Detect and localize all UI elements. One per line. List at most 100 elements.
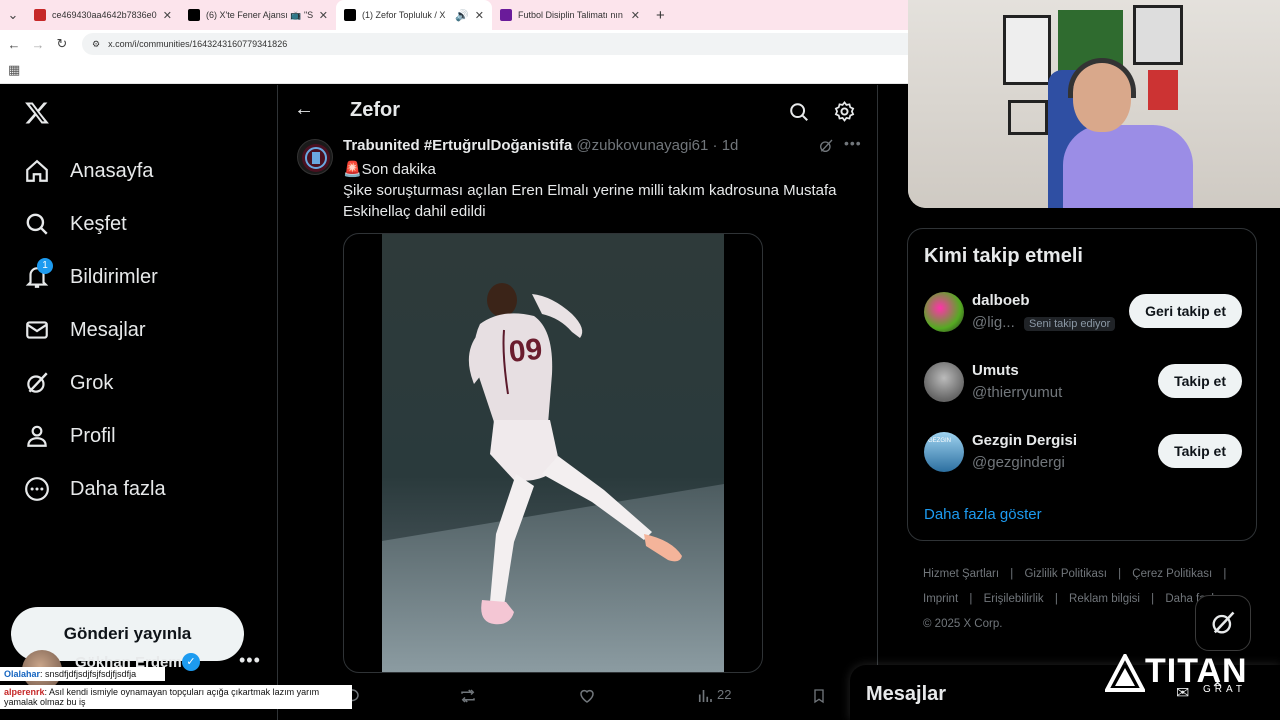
- browser-tab-active[interactable]: (1) Zefor Topluluk / X 🔊 ✕: [336, 0, 492, 30]
- logo-mark-icon: [1105, 654, 1145, 692]
- tab-title: Futbol Disiplin Talimatı nın 57 n: [518, 10, 625, 20]
- suggested-user[interactable]: GEZGIN Gezgin Dergisi @gezgindergi Takip…: [924, 432, 1242, 478]
- shelf-1: [1008, 100, 1048, 135]
- tweet-more-icon[interactable]: •••: [844, 135, 862, 151]
- nav-profile[interactable]: Profil: [24, 423, 116, 449]
- back-icon[interactable]: ←: [2, 37, 26, 52]
- grok-floating-button[interactable]: [1195, 595, 1251, 651]
- community-header: ← Zefor: [278, 85, 877, 137]
- grok-explain-icon[interactable]: [818, 138, 834, 154]
- like-heart-icon[interactable]: [578, 687, 596, 705]
- chat-username: alperenrk: [4, 687, 45, 697]
- tweet-time[interactable]: 1d: [722, 137, 739, 154]
- footer-link[interactable]: Imprint: [923, 593, 958, 605]
- tab-title: (1) Zefor Topluluk / X: [362, 10, 446, 20]
- follow-button[interactable]: Takip et: [1158, 364, 1242, 398]
- user-name[interactable]: Umuts: [972, 362, 1019, 379]
- nav-more[interactable]: Daha fazla: [24, 476, 166, 502]
- forward-icon[interactable]: →: [26, 37, 50, 52]
- browser-tab-1[interactable]: ce469430aa4642b7836e0efdd02 ✕: [26, 0, 180, 30]
- nav-notifications[interactable]: 1 Bildirimler: [24, 258, 158, 290]
- stream-chat-overlay: Olalahar: snsdfjdfjsdjfsjfsdjfjsdfja alp…: [0, 667, 352, 709]
- tweet-avatar[interactable]: [297, 139, 333, 175]
- user-handle: @gezgindergi: [972, 454, 1065, 471]
- nav-grok[interactable]: Grok: [24, 370, 113, 396]
- nav-messages[interactable]: Mesajlar: [24, 317, 146, 343]
- search-icon[interactable]: [788, 101, 810, 123]
- avatar-logo-text: GEZGIN: [928, 438, 952, 444]
- tweet-display-name[interactable]: Trabunited #ErtuğrulDoğanistifa: [343, 137, 572, 154]
- messages-drawer-title: Mesajlar: [866, 683, 947, 705]
- footer-link[interactable]: Gizlilik Politikası: [1024, 568, 1106, 580]
- mail-icon: [26, 321, 48, 339]
- close-tab-icon[interactable]: ✕: [631, 9, 640, 22]
- x-favicon-icon: [344, 9, 356, 21]
- nav-label: Bildirimler: [70, 265, 158, 288]
- left-navigation: Anasayfa Keşfet 1 Bildirimler Mesajlar G…: [0, 85, 277, 720]
- footer-link[interactable]: Erişilebilirlik: [984, 593, 1044, 605]
- club-crest-icon: [302, 144, 330, 172]
- home-icon: [26, 159, 48, 182]
- x-favicon-icon: [188, 9, 200, 21]
- browser-tab-4[interactable]: Futbol Disiplin Talimatı nın 57 n ✕: [492, 0, 648, 30]
- back-arrow-icon[interactable]: ←: [294, 98, 314, 121]
- streamer-body: [1063, 125, 1193, 208]
- doc-favicon-icon: [500, 9, 512, 21]
- bell-icon-wrap: 1: [24, 258, 53, 290]
- footer-separator: |: [1118, 568, 1122, 580]
- jersey-number: 09: [507, 333, 544, 369]
- bookmark-icon[interactable]: [811, 687, 827, 705]
- chat-message: alperenrk: Asıl kendi ismiyle oynamayan …: [0, 685, 352, 709]
- reload-icon[interactable]: ↻: [50, 36, 74, 52]
- follows-you-badge: Seni takip ediyor: [1024, 317, 1116, 331]
- follow-back-button[interactable]: Geri takip et: [1129, 294, 1242, 328]
- user-avatar[interactable]: [924, 292, 964, 332]
- footer-link[interactable]: Hizmet Şartları: [923, 568, 999, 580]
- user-avatar[interactable]: [924, 362, 964, 402]
- grok-icon: [1212, 611, 1235, 634]
- person-icon: [27, 425, 47, 447]
- nav-home[interactable]: Anasayfa: [24, 158, 153, 184]
- x-logo-icon[interactable]: [24, 99, 50, 127]
- apps-grid-icon[interactable]: ▦: [8, 62, 20, 78]
- tab-list-chevron-icon[interactable]: ⌄: [0, 7, 26, 23]
- webcam-overlay: [908, 0, 1280, 208]
- suggested-user[interactable]: Umuts @thierryumut Takip et: [924, 362, 1242, 408]
- more-circle-icon: [25, 477, 49, 501]
- nav-explore[interactable]: Keşfet: [24, 211, 127, 237]
- user-name[interactable]: dalboeb: [972, 292, 1030, 309]
- views-icon[interactable]: [696, 687, 714, 705]
- tweet-media-image[interactable]: 09: [343, 233, 763, 673]
- footer-separator: |: [1223, 568, 1227, 580]
- tab-title: ce469430aa4642b7836e0efdd02: [52, 10, 157, 20]
- close-tab-icon[interactable]: ✕: [319, 9, 328, 22]
- follow-button[interactable]: Takip et: [1158, 434, 1242, 468]
- suggested-user[interactable]: dalboeb @lig... Seni takip ediyor Geri t…: [924, 292, 1242, 338]
- footer-link[interactable]: Reklam bilgisi: [1069, 593, 1140, 605]
- tweet-actions: 22: [343, 685, 843, 709]
- repost-icon[interactable]: [458, 687, 478, 705]
- show-more-link[interactable]: Daha fazla göster: [924, 506, 1042, 523]
- new-tab-button[interactable]: +: [648, 0, 673, 30]
- tweet-header: Trabunited #ErtuğrulDoğanistifa @zubkovu…: [343, 137, 738, 154]
- close-tab-icon[interactable]: ✕: [475, 9, 484, 22]
- settings-gear-icon[interactable]: [833, 100, 856, 123]
- tweet-handle[interactable]: @zubkovunayagi61: [576, 137, 708, 154]
- site-info-icon[interactable]: ⚙: [92, 39, 100, 50]
- user-name[interactable]: Gezgin Dergisi: [972, 432, 1077, 449]
- notification-badge: 1: [37, 258, 53, 274]
- chat-text: : Asıl kendi ismiyle oynamayan topçuları…: [4, 687, 320, 707]
- nav-label: Keşfet: [70, 212, 127, 235]
- browser-tab-2[interactable]: (6) X'te Fener Ajansı 📺 "SON D ✕: [180, 0, 336, 30]
- footer-separator: |: [1054, 593, 1058, 605]
- tweet[interactable]: Trabunited #ErtuğrulDoğanistifa @zubkovu…: [278, 135, 877, 720]
- frame-1: [1003, 15, 1051, 85]
- tweet-text-body: Şike soruşturması açılan Eren Elmalı yer…: [343, 182, 837, 220]
- nav-label: Profil: [70, 424, 116, 447]
- user-handle: @lig...: [972, 314, 1015, 331]
- close-tab-icon[interactable]: ✕: [163, 9, 172, 22]
- user-avatar[interactable]: GEZGIN: [924, 432, 964, 472]
- nav-label: Grok: [70, 371, 114, 394]
- speaker-icon[interactable]: 🔊: [455, 9, 469, 22]
- footer-link[interactable]: Çerez Politikası: [1132, 568, 1212, 580]
